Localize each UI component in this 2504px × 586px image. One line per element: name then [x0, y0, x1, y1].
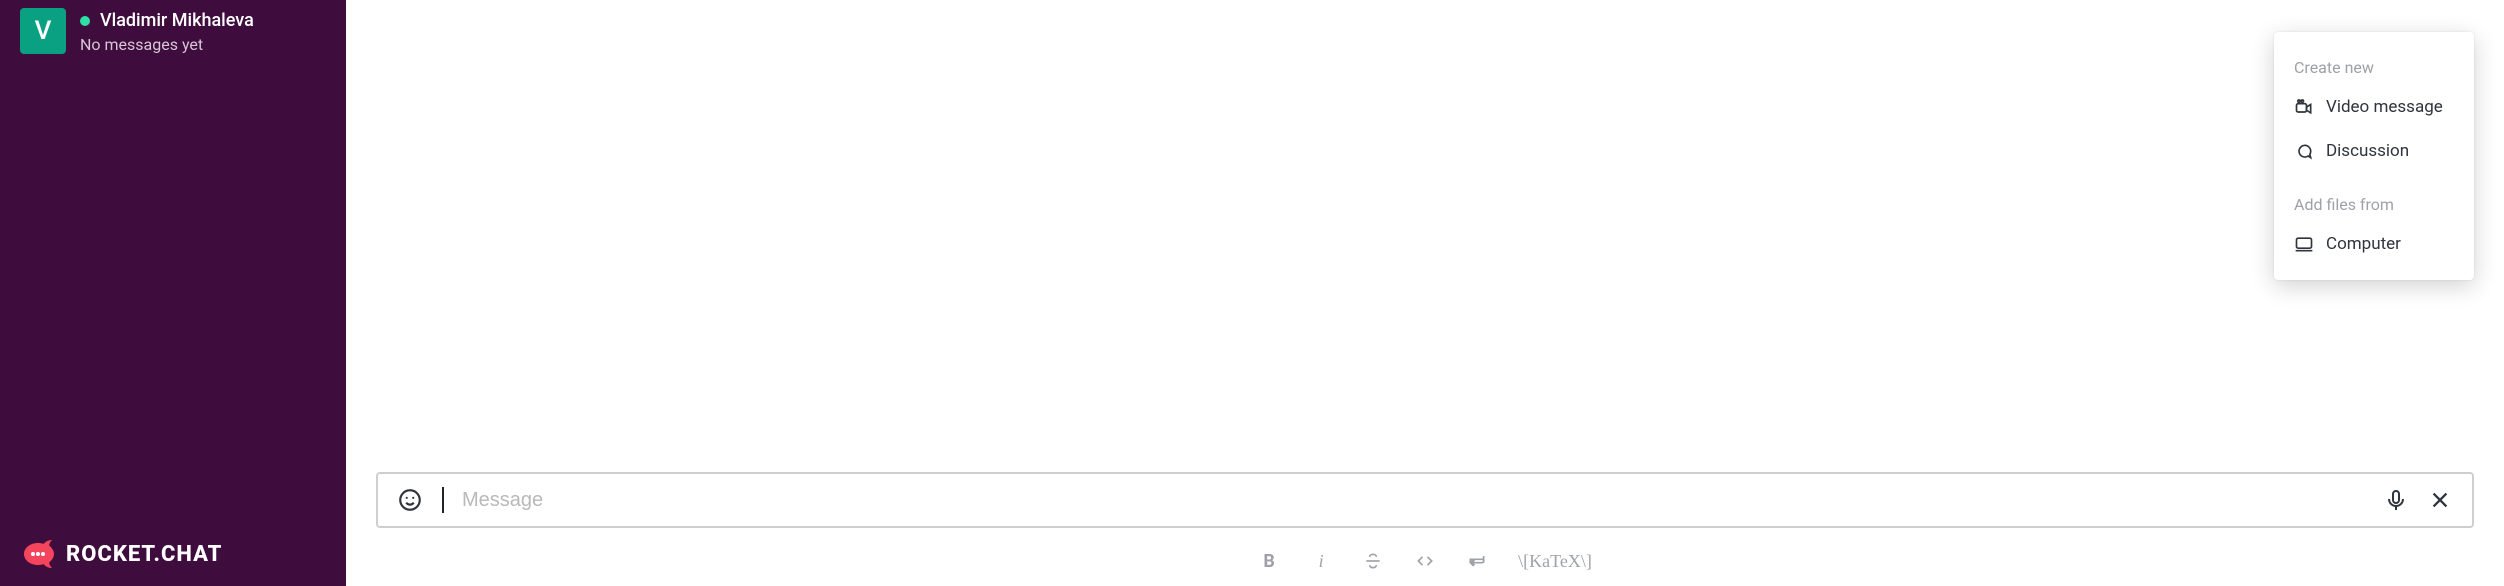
popup-section-files: Add files from [2274, 187, 2474, 222]
rocketchat-logo-icon [20, 536, 56, 572]
brand-footer: ROCKET.CHAT [20, 536, 222, 572]
plus-menu-popup: Create new Video message Discussion Add [2274, 32, 2474, 280]
menu-item-label: Discussion [2326, 141, 2409, 161]
strike-button[interactable] [1362, 550, 1384, 572]
avatar: V [20, 8, 66, 54]
close-plus-menu-button[interactable] [2426, 486, 2454, 514]
message-composer [376, 472, 2474, 528]
katex-button[interactable]: \[KaTeX\] [1518, 551, 1592, 572]
code-button[interactable] [1414, 550, 1436, 572]
menu-item-label: Computer [2326, 234, 2401, 254]
popup-section-create: Create new [2274, 50, 2474, 85]
menu-item-computer[interactable]: Computer [2274, 222, 2474, 266]
menu-item-label: Video message [2326, 97, 2443, 117]
message-input[interactable] [462, 489, 2366, 512]
menu-item-discussion[interactable]: Discussion [2274, 129, 2474, 173]
dm-text: Vladimir Mikhaleva No messages yet [80, 8, 254, 54]
discussion-icon [2294, 141, 2314, 161]
multiline-button[interactable] [1466, 550, 1488, 572]
brand-name: ROCKET.CHAT [66, 542, 222, 567]
audio-record-button[interactable] [2382, 486, 2410, 514]
text-cursor [442, 487, 444, 513]
format-toolbar: B i \[KaTeX\] [376, 550, 2474, 572]
dm-subtitle: No messages yet [80, 35, 254, 54]
italic-button[interactable]: i [1310, 550, 1332, 572]
bold-button[interactable]: B [1258, 550, 1280, 572]
sidebar: V Vladimir Mikhaleva No messages yet ROC… [0, 0, 346, 586]
computer-icon [2294, 234, 2314, 254]
menu-item-video-message[interactable]: Video message [2274, 85, 2474, 129]
presence-online-icon [80, 16, 90, 26]
dm-list-item[interactable]: V Vladimir Mikhaleva No messages yet [0, 0, 346, 62]
main-area: Create new Video message Discussion Add [346, 0, 2504, 586]
emoji-picker-button[interactable] [396, 486, 424, 514]
video-camera-icon [2294, 97, 2314, 117]
dm-name: Vladimir Mikhaleva [100, 10, 254, 31]
